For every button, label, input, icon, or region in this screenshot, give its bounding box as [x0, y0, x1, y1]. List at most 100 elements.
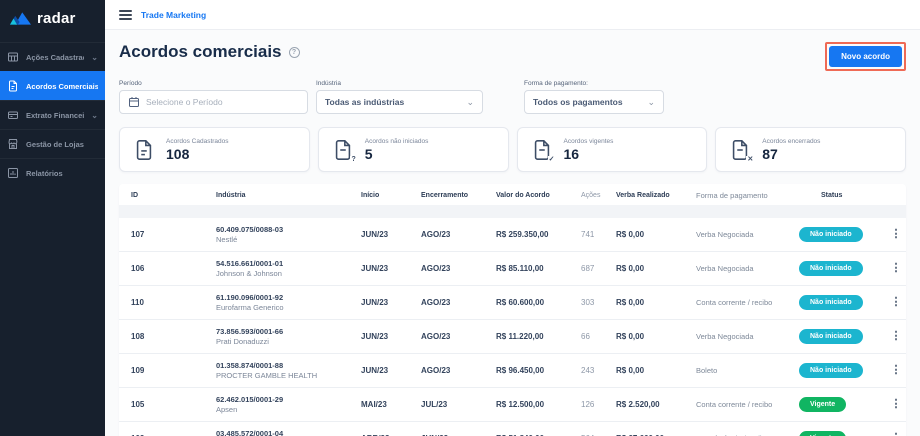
cell-id: 105: [119, 400, 216, 409]
cell-value: R$ 96.450,00: [496, 366, 581, 375]
card-label: Acordos encerrados: [762, 138, 820, 145]
cell-payment: Verba Negociada: [696, 332, 791, 341]
cell-industry: 03.485.572/0001-04Geolab: [216, 429, 361, 436]
payment-select[interactable]: Todos os pagamentos ⌄: [524, 90, 664, 114]
cell-actions: 243: [581, 366, 616, 375]
cell-realized: R$ 0,00: [616, 230, 696, 239]
col-verba: Verba Realizado: [616, 192, 696, 199]
wallet-icon: [7, 109, 19, 121]
sidebar-item-relatorios[interactable]: Relatórios: [0, 158, 105, 187]
cell-payment: Verba Negociada: [696, 264, 791, 273]
cell-value: R$ 12.500,00: [496, 400, 581, 409]
cell-realized: R$ 0,00: [616, 366, 696, 375]
kebab-menu-icon[interactable]: ⋮: [891, 296, 902, 308]
cell-id: 107: [119, 230, 216, 239]
breadcrumb[interactable]: Trade Marketing: [141, 10, 206, 20]
cell-id: 106: [119, 264, 216, 273]
kebab-menu-icon[interactable]: ⋮: [891, 432, 902, 436]
period-date-picker[interactable]: [119, 90, 308, 114]
industry-filter-label: Indústria: [316, 80, 483, 87]
col-valor: Valor do Acordo: [496, 192, 581, 199]
kebab-menu-icon[interactable]: ⋮: [891, 330, 902, 342]
cell-payment: Verba Negociada: [696, 230, 791, 239]
cell-payment: Boleto: [696, 366, 791, 375]
table-row: 105 62.462.015/0001-29Apsen MAI/23 JUL/2…: [119, 388, 906, 422]
x-glyph: ✕: [746, 156, 753, 163]
hamburger-menu-icon[interactable]: [119, 10, 132, 20]
sidebar-item-acoes-cadastradas[interactable]: Ações Cadastradas ⌄: [0, 42, 105, 71]
cell-value: R$ 11.220,00: [496, 332, 581, 341]
cell-payment: Conta corrente / recibo: [696, 400, 791, 409]
cell-end: AGO/23: [421, 298, 496, 307]
cell-value: R$ 85.110,00: [496, 264, 581, 273]
table-row: 106 54.516.661/0001-01Johnson & Johnson …: [119, 252, 906, 286]
kebab-menu-icon[interactable]: ⋮: [891, 262, 902, 274]
cell-industry: 01.358.874/0001-88PROCTER GAMBLE HEALTH: [216, 361, 361, 380]
sidebar-item-label: Acordos Comerciais: [26, 82, 98, 91]
store-icon: [7, 138, 19, 150]
question-mark-glyph: ?: [350, 156, 355, 163]
cell-industry: 61.190.096/0001-92Eurofarma Generico: [216, 293, 361, 312]
kebab-menu-icon[interactable]: ⋮: [891, 364, 902, 376]
agreements-table: ID Indústria Início Encerramento Valor d…: [119, 184, 906, 436]
sidebar-item-acordos-comerciais[interactable]: Acordos Comerciais: [0, 71, 105, 100]
industry-select[interactable]: Todas as indústrias ⌄: [316, 90, 483, 114]
cell-start: MAI/23: [361, 400, 421, 409]
document-icon: [7, 80, 19, 92]
report-icon: [7, 167, 19, 179]
help-icon[interactable]: ?: [289, 47, 300, 58]
card-label: Acordos vigentes: [564, 138, 614, 145]
status-badge: Não iniciado: [799, 261, 863, 276]
kebab-menu-icon[interactable]: ⋮: [891, 398, 902, 410]
cell-end: AGO/23: [421, 230, 496, 239]
main-content: Acordos comerciais ? Novo acordo Período: [105, 30, 920, 436]
calendar-icon: [128, 96, 140, 108]
card-acordos-cadastrados: Acordos Cadastrados 108: [119, 127, 310, 172]
cell-value: R$ 60.600,00: [496, 298, 581, 307]
document-icon: [133, 138, 155, 162]
chevron-down-icon: ⌄: [91, 53, 98, 62]
cell-end: AGO/23: [421, 264, 496, 273]
col-acoes: Ações: [581, 192, 616, 199]
cell-start: JUN/23: [361, 366, 421, 375]
cell-end: JUL/23: [421, 400, 496, 409]
card-acordos-encerrados: ✕ Acordos encerrados 87: [715, 127, 906, 172]
card-value: 87: [762, 146, 820, 162]
logo-text: radar: [37, 10, 76, 27]
sidebar-item-extrato-financeiro[interactable]: Extrato Financeiro ⌄: [0, 100, 105, 129]
new-agreement-button[interactable]: Novo acordo: [829, 46, 902, 67]
col-status: Status: [791, 192, 886, 199]
cell-start: JUN/23: [361, 264, 421, 273]
cell-realized: R$ 0,00: [616, 264, 696, 273]
payment-selected-value: Todos os pagamentos: [533, 97, 641, 107]
status-badge: Vigente: [799, 397, 846, 412]
card-acordos-nao-iniciados: ? Acordos não iniciados 5: [318, 127, 509, 172]
cell-industry: 54.516.661/0001-01Johnson & Johnson: [216, 259, 361, 278]
sidebar: radar Ações Cadastradas ⌄ Acordos Comerc…: [0, 0, 105, 436]
industry-selected-value: Todas as indústrias: [325, 97, 460, 107]
cell-industry: 62.462.015/0001-29Apsen: [216, 395, 361, 414]
topbar: Trade Marketing: [105, 0, 920, 30]
logo: radar: [0, 0, 105, 36]
payment-filter-label: Forma de pagamento:: [524, 80, 664, 87]
cell-realized: R$ 0,00: [616, 332, 696, 341]
table-row: 107 60.409.075/0088-03Nestlé JUN/23 AGO/…: [119, 218, 906, 252]
filters-bar: Período Indústria Todas as indústrias ⌄: [119, 80, 906, 114]
card-acordos-vigentes: ✓ Acordos vigentes 16: [517, 127, 708, 172]
cell-actions: 126: [581, 400, 616, 409]
app: radar Ações Cadastradas ⌄ Acordos Comerc…: [0, 0, 920, 436]
cell-start: JUN/23: [361, 332, 421, 341]
period-input[interactable]: [146, 97, 299, 107]
col-industria: Indústria: [216, 192, 361, 199]
cell-id: 109: [119, 366, 216, 375]
status-badge: Não iniciado: [799, 329, 863, 344]
card-value: 5: [365, 146, 429, 162]
radar-logo-icon: [10, 11, 31, 25]
cell-value: R$ 259.350,00: [496, 230, 581, 239]
sidebar-item-gestao-de-lojas[interactable]: Gestão de Lojas: [0, 129, 105, 158]
status-badge: Não iniciado: [799, 295, 863, 310]
table-header-strip: [119, 205, 906, 218]
cell-end: AGO/23: [421, 332, 496, 341]
kebab-menu-icon[interactable]: ⋮: [891, 228, 902, 240]
cell-realized: R$ 2.520,00: [616, 400, 696, 409]
